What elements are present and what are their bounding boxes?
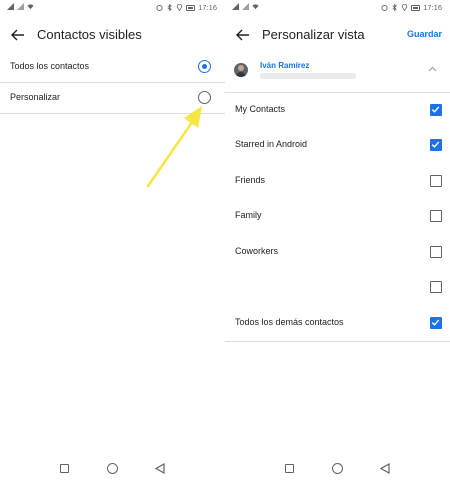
option-customize[interactable]: Personalizar [0,83,225,113]
option-label: Personalizar [10,92,61,102]
left-screen: 17:16 Contactos visibles Todos los conta… [0,0,225,482]
page-title: Personalizar vista [262,27,365,42]
status-bar: 17:16 [225,0,450,16]
nav-back-icon[interactable] [155,463,165,474]
status-icons-left [232,3,259,10]
nav-back-icon[interactable] [380,463,390,474]
group-row-coworkers[interactable]: Coworkers [225,235,450,271]
system-nav-bar [225,458,450,480]
checkbox-icon[interactable] [430,175,442,187]
account-header[interactable]: Iván Ramírez [225,58,450,86]
wifi-icon [252,4,259,10]
signal-icon [17,3,24,10]
nav-home-icon[interactable] [332,463,343,474]
divider [0,113,225,114]
radio-icon[interactable] [198,91,211,104]
group-label: Todos los demás contactos [235,317,344,327]
wifi-icon [27,4,34,10]
status-icons-right: 17:16 [381,3,442,12]
back-arrow-icon[interactable] [236,29,250,41]
checkbox-icon[interactable] [430,210,442,222]
group-row-my-contacts[interactable]: My Contacts [225,93,450,129]
page-title: Contactos visibles [37,27,142,42]
group-row-starred[interactable]: Starred in Android [225,128,450,164]
alarm-icon [381,4,388,11]
nav-recents-icon[interactable] [285,464,294,473]
signal-icon [232,3,239,10]
group-label: Starred in Android [235,139,308,149]
status-bar: 17:16 [0,0,225,16]
chevron-up-icon[interactable] [428,66,437,72]
group-label: Friends [235,175,266,185]
group-row-friends[interactable]: Friends [225,164,450,200]
group-row-family[interactable]: Family [225,199,450,235]
status-icons-right: 17:16 [156,3,217,12]
divider [225,341,450,342]
checkbox-checked-icon[interactable] [430,104,442,116]
nav-recents-icon[interactable] [60,464,69,473]
right-screen: 17:16 Personalizar vista Guardar Iván Ra… [225,0,450,482]
signal-icon [242,3,249,10]
option-all-contacts[interactable]: Todos los contactos [0,52,225,82]
app-bar: Personalizar vista Guardar [225,24,450,46]
account-email-redacted [260,73,356,79]
radio-icon-selected[interactable] [198,60,211,73]
save-button[interactable]: Guardar [407,29,442,39]
option-label: Todos los contactos [10,61,90,71]
group-label: My Contacts [235,104,286,114]
status-time: 17:16 [423,3,442,12]
nav-home-icon[interactable] [107,463,118,474]
avatar [234,63,248,77]
group-label: Family [235,210,262,220]
group-row-unnamed[interactable] [225,270,450,306]
location-icon [402,4,408,11]
checkbox-checked-icon[interactable] [430,139,442,151]
location-icon [177,4,183,11]
bluetooth-icon [392,4,398,11]
battery-icon [186,4,196,11]
alarm-icon [156,4,163,11]
checkbox-icon[interactable] [430,281,442,293]
group-row-all-other[interactable]: Todos los demás contactos [225,306,450,342]
bluetooth-icon [167,4,173,11]
signal-icon [7,3,14,10]
app-bar: Contactos visibles [0,24,225,46]
system-nav-bar [0,458,225,480]
battery-icon [411,4,421,11]
back-arrow-icon[interactable] [11,29,25,41]
account-name: Iván Ramírez [260,61,310,70]
status-icons-left [7,3,34,10]
checkbox-icon[interactable] [430,246,442,258]
checkbox-checked-icon[interactable] [430,317,442,329]
status-time: 17:16 [198,3,217,12]
group-label: Coworkers [235,246,279,256]
